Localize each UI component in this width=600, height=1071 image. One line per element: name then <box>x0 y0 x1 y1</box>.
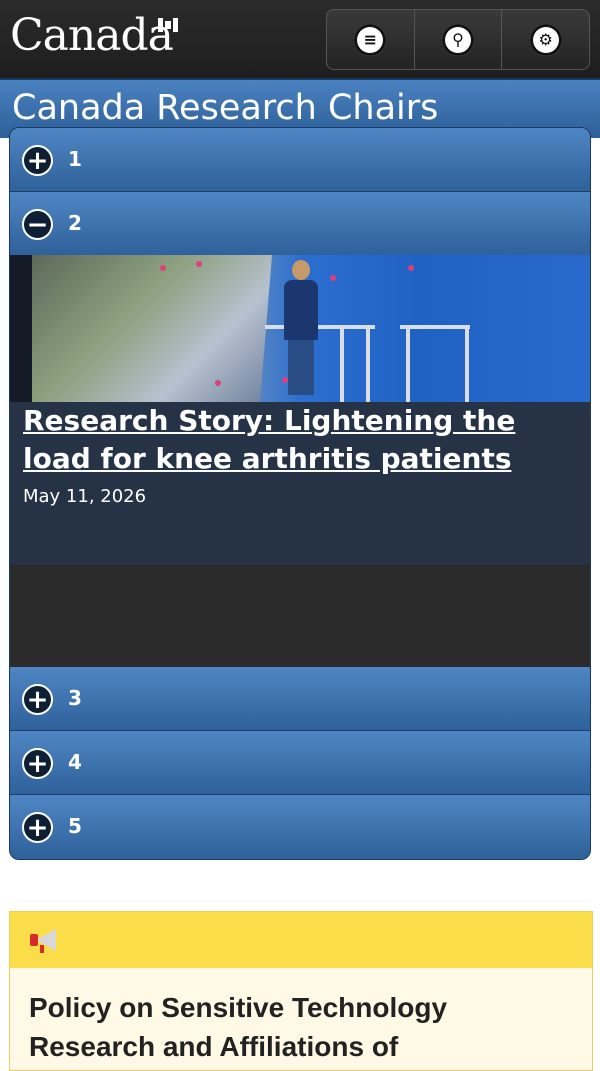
accordion-item-label: 2 <box>68 211 82 235</box>
accordion-item-label: 4 <box>68 750 82 774</box>
menu-icon: ≡ <box>354 23 387 56</box>
header-button-group: ≡ ⚲ ⚙ <box>326 9 590 70</box>
accordion-item-label: 5 <box>68 814 82 838</box>
notice-box: Policy on Sensitive Technology Research … <box>9 911 593 1071</box>
minus-icon: − <box>22 209 53 240</box>
page-title[interactable]: Canada Research Chairs <box>12 88 438 128</box>
plus-icon: + <box>22 748 53 779</box>
accordion: + 1 − 2 Research Story: Lightening the l… <box>9 127 591 860</box>
notice-header <box>10 912 592 968</box>
story-title-link[interactable]: Research Story: Lightening the load for … <box>23 402 563 478</box>
accordion-item-3[interactable]: + 3 <box>10 667 590 731</box>
story-date: May 11, 2026 <box>23 486 147 507</box>
menu-button[interactable]: ≡ <box>327 10 415 69</box>
flag-icon <box>158 18 178 32</box>
accordion-item-1[interactable]: + 1 <box>10 128 590 192</box>
accordion-item-label: 1 <box>68 147 82 171</box>
story-image[interactable] <box>10 255 590 402</box>
accordion-item-label: 3 <box>68 686 82 710</box>
top-bar: Canada ≡ ⚲ ⚙ <box>0 0 600 78</box>
plus-icon: + <box>22 145 53 176</box>
accordion-panel-2: Research Story: Lightening the load for … <box>10 255 590 667</box>
search-button[interactable]: ⚲ <box>415 10 503 69</box>
search-icon: ⚲ <box>442 23 474 56</box>
plus-icon: + <box>22 812 53 843</box>
canada-wordmark[interactable]: Canada <box>10 10 174 61</box>
accordion-item-2[interactable]: − 2 <box>10 192 590 256</box>
story-caption: Research Story: Lightening the load for … <box>10 402 590 565</box>
megaphone-icon <box>30 927 60 953</box>
gear-icon: ⚙ <box>529 23 562 56</box>
plus-icon: + <box>22 684 53 715</box>
notice-heading[interactable]: Policy on Sensitive Technology Research … <box>29 988 569 1066</box>
settings-button[interactable]: ⚙ <box>502 10 589 69</box>
accordion-item-4[interactable]: + 4 <box>10 731 590 795</box>
accordion-item-5[interactable]: + 5 <box>10 795 590 859</box>
